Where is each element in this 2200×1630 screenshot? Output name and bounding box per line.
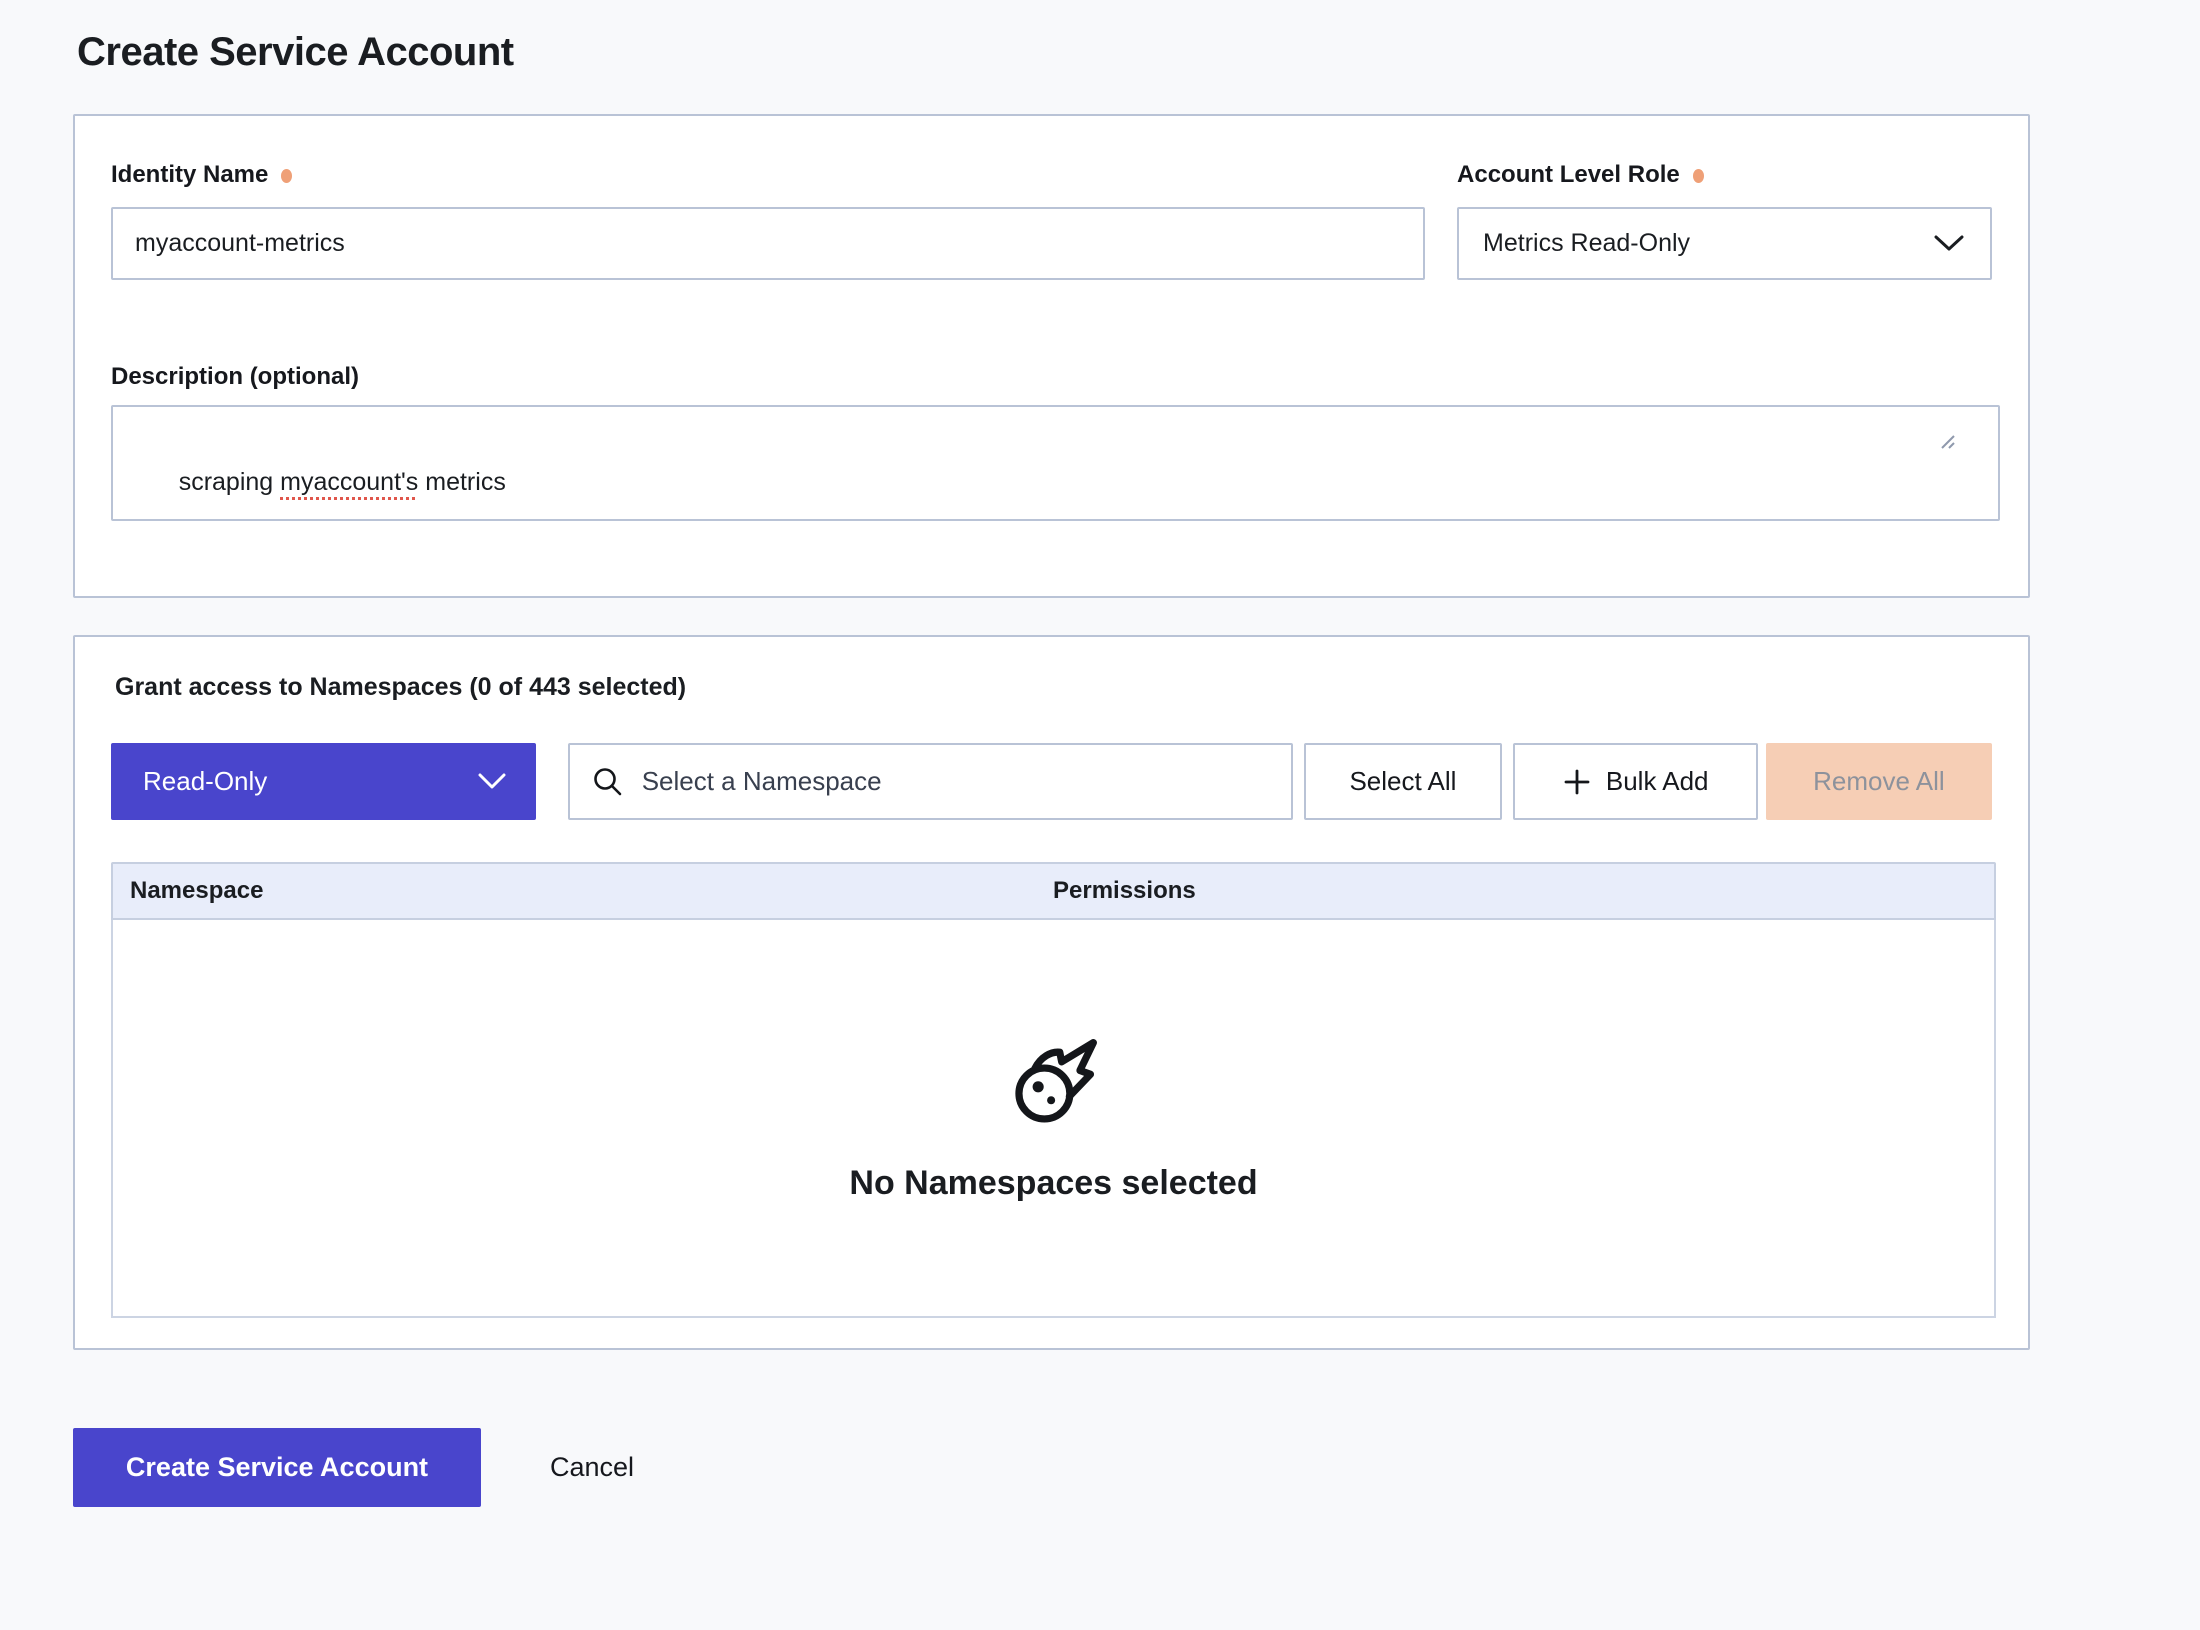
namespaces-table: Namespace Permissions No Namespaces sele… — [111, 862, 1996, 1318]
identity-name-label: Identity Name — [111, 161, 1425, 189]
bulk-add-button[interactable]: Bulk Add — [1513, 743, 1758, 820]
chevron-down-icon — [478, 773, 506, 790]
form-actions: Create Service Account Cancel — [73, 1428, 2200, 1507]
search-icon — [592, 766, 624, 798]
required-dot-icon — [1693, 169, 1704, 183]
account-level-role-label: Account Level Role — [1457, 161, 1992, 189]
select-all-button[interactable]: Select All — [1304, 743, 1501, 820]
page-title: Create Service Account — [77, 30, 2200, 75]
resize-handle-icon[interactable] — [1938, 367, 1994, 515]
grant-namespaces-card: Grant access to Namespaces (0 of 443 sel… — [73, 635, 2030, 1350]
permission-dropdown-value: Read-Only — [143, 766, 267, 797]
description-textarea[interactable]: scraping myaccount's metrics — [111, 405, 2000, 521]
namespace-search — [568, 743, 1294, 820]
grant-access-header: Grant access to Namespaces (0 of 443 sel… — [115, 673, 1992, 702]
permission-dropdown[interactable]: Read-Only — [111, 743, 536, 820]
create-service-account-button[interactable]: Create Service Account — [73, 1428, 481, 1507]
table-empty-state: No Namespaces selected — [111, 920, 1996, 1318]
plus-icon — [1562, 767, 1592, 797]
identity-name-input[interactable] — [111, 207, 1425, 280]
service-account-details-card: Identity Name Account Level Role Metrics… — [73, 114, 2030, 598]
account-level-role-value: Metrics Read-Only — [1483, 229, 1690, 258]
description-label: Description (optional) — [111, 363, 1992, 391]
empty-state-message: No Namespaces selected — [849, 1164, 1257, 1203]
remove-all-button[interactable]: Remove All — [1766, 743, 1992, 820]
identity-name-label-text: Identity Name — [111, 161, 268, 189]
description-text: scraping myaccount's metrics — [179, 468, 506, 496]
account-level-role-select[interactable]: Metrics Read-Only — [1457, 207, 1992, 280]
cancel-button[interactable]: Cancel — [550, 1452, 634, 1483]
misspelled-word: myaccount's — [280, 468, 418, 496]
account-level-role-label-text: Account Level Role — [1457, 161, 1680, 189]
namespaces-toolbar: Read-Only Select All Bulk Add Remove All — [111, 743, 1992, 820]
column-header-namespace: Namespace — [113, 877, 1053, 905]
comet-icon — [1006, 1034, 1102, 1130]
required-dot-icon — [281, 169, 292, 183]
chevron-down-icon — [1934, 235, 1964, 252]
table-header-row: Namespace Permissions — [111, 862, 1996, 920]
column-header-permissions: Permissions — [1053, 877, 1994, 905]
namespace-search-input[interactable] — [640, 765, 1270, 798]
